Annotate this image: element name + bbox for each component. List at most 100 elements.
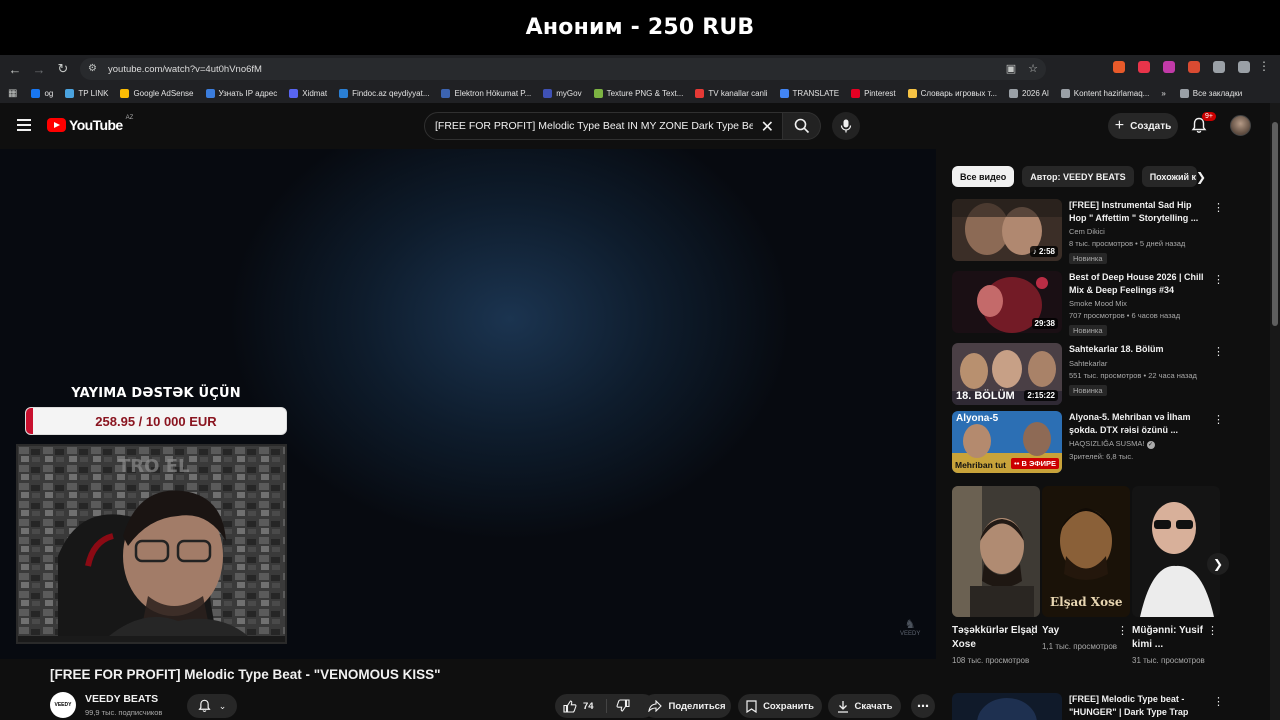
filter-chip[interactable]: Автор: VEEDY BEATS bbox=[1022, 166, 1134, 187]
recommendation-title[interactable]: Alyona-5. Mehriban və İlham şokda. DTX r… bbox=[1069, 411, 1205, 436]
short-thumbnail[interactable] bbox=[1132, 486, 1220, 617]
recommendation-title[interactable]: Sahtekarlar 18. Bölüm bbox=[1069, 343, 1205, 356]
more-vertical-icon[interactable]: ⋮ bbox=[1213, 413, 1224, 426]
forward-arrow-icon[interactable]: → bbox=[27, 57, 51, 81]
recommendation-item[interactable]: [FREE] Melodic Type beat - "HUNGER" | Da… bbox=[952, 693, 1224, 720]
recommendation-meta: 707 просмотров • 6 часов назад bbox=[1069, 311, 1181, 320]
extension-icon[interactable] bbox=[1238, 61, 1250, 73]
bookmarks-overflow-icon[interactable]: » bbox=[1161, 89, 1165, 98]
download-button[interactable]: Скачать bbox=[828, 694, 901, 718]
search-button[interactable] bbox=[783, 112, 821, 140]
bookmark-item[interactable]: TV kanallar canli bbox=[695, 88, 768, 98]
account-avatar[interactable] bbox=[1230, 115, 1251, 136]
extension-icon[interactable] bbox=[1113, 61, 1125, 73]
site-info-icon[interactable]: ⚙ bbox=[88, 63, 100, 75]
more-actions-button[interactable]: ⋯ bbox=[911, 694, 935, 718]
video-thumbnail[interactable]: Alyona-5 Mehriban tut •• В ЭФИРЕ bbox=[952, 411, 1062, 473]
bookmark-item[interactable]: Findoc.az qeydiyyat... bbox=[339, 88, 429, 98]
bookmark-item[interactable]: myGov bbox=[543, 88, 582, 98]
thumbs-down-icon bbox=[616, 699, 630, 712]
more-vertical-icon[interactable]: ⋮ bbox=[1207, 624, 1218, 637]
recommendation-item[interactable]: ♪ 2:58 [FREE] Instrumental Sad Hip Hop "… bbox=[952, 199, 1224, 264]
bookmark-item[interactable]: Узнать IP адрес bbox=[205, 88, 277, 98]
short-thumbnail[interactable]: Elşad Xose bbox=[1042, 486, 1130, 617]
extensions-bar bbox=[1113, 61, 1250, 73]
voice-search-button[interactable] bbox=[832, 112, 860, 140]
bookmark-item[interactable]: 2026 Al bbox=[1009, 88, 1049, 98]
more-vertical-icon[interactable]: ⋮ bbox=[1213, 345, 1224, 358]
bookmark-item[interactable]: TP LINK bbox=[65, 88, 108, 98]
channel-name[interactable]: VEEDY BEATS bbox=[85, 693, 158, 705]
extension-icon[interactable] bbox=[1138, 61, 1150, 73]
save-button[interactable]: Сохранить bbox=[738, 694, 822, 718]
video-thumbnail[interactable]: 29:38 bbox=[952, 271, 1062, 333]
filter-chip[interactable]: Похожий к bbox=[1141, 166, 1197, 187]
extension-icon[interactable] bbox=[1188, 61, 1200, 73]
notifications-button[interactable]: 9+ bbox=[1191, 112, 1216, 137]
bookmark-item[interactable]: og bbox=[31, 88, 53, 98]
bookmark-item[interactable]: Texture PNG & Text... bbox=[593, 88, 683, 98]
youtube-logo[interactable]: YouTube AZ bbox=[47, 115, 133, 133]
bookmark-favicon-icon bbox=[31, 88, 41, 98]
like-divider bbox=[606, 699, 607, 713]
like-button[interactable]: 74 bbox=[563, 699, 594, 713]
recommendation-channel[interactable]: Smoke Mood Mix bbox=[1069, 299, 1205, 308]
subscription-bell-button[interactable]: ⌄ bbox=[187, 694, 237, 718]
recommendation-title[interactable]: [FREE] Instrumental Sad Hip Hop " Affett… bbox=[1069, 199, 1205, 224]
browser-menu-icon[interactable]: ⋮ bbox=[1258, 59, 1272, 75]
address-bar[interactable]: ⚙ youtube.com/watch?v=4ut0hVno6fM ▣ ☆ bbox=[80, 58, 1046, 80]
dislike-button[interactable] bbox=[616, 699, 630, 715]
share-label: Поделиться bbox=[668, 700, 726, 712]
more-vertical-icon[interactable]: ⋮ bbox=[1117, 624, 1128, 637]
recommendation-title[interactable]: [FREE] Melodic Type beat - "HUNGER" | Da… bbox=[1069, 693, 1205, 718]
video-thumbnail[interactable] bbox=[952, 693, 1062, 720]
bookmark-star-icon[interactable]: ☆ bbox=[1028, 62, 1038, 75]
shorts-next-button[interactable]: ❯ bbox=[1207, 553, 1229, 575]
recommendation-channel[interactable]: Cem Dikici bbox=[1069, 227, 1205, 236]
short-item[interactable]: Təşəkkürlər Elşad Xose 108 тыс. просмотр… bbox=[952, 486, 1040, 667]
bookmark-favicon-icon bbox=[593, 88, 603, 98]
extension-icon[interactable] bbox=[1163, 61, 1175, 73]
bookmark-item[interactable]: Все закладки bbox=[1179, 88, 1242, 98]
bell-icon bbox=[198, 699, 211, 712]
bookmark-item[interactable]: Словарь игровых т... bbox=[907, 88, 997, 98]
bookmark-item[interactable]: Google AdSense bbox=[120, 88, 194, 98]
bookmark-favicon-icon bbox=[907, 88, 917, 98]
search-input[interactable]: [FREE FOR PROFIT] Melodic Type Beat IN M… bbox=[424, 112, 783, 140]
bookmark-item[interactable]: Kontent hazirlamaq... bbox=[1060, 88, 1149, 98]
more-vertical-icon[interactable]: ⋮ bbox=[1213, 273, 1224, 286]
bookmark-label: myGov bbox=[556, 88, 582, 98]
create-button[interactable]: + Создать bbox=[1108, 113, 1178, 139]
chevron-right-icon[interactable]: ❯ bbox=[1196, 170, 1206, 184]
scrollbar-thumb[interactable] bbox=[1272, 122, 1278, 326]
video-thumbnail[interactable]: ♪ 2:58 bbox=[952, 199, 1062, 261]
install-app-icon[interactable]: ▣ bbox=[1006, 62, 1016, 75]
short-thumbnail[interactable] bbox=[952, 486, 1040, 617]
recommendation-channel[interactable]: Sahtekarlar bbox=[1069, 359, 1205, 368]
recommendation-channel[interactable]: HAQSIZLIĞA SUSMA! ✓ bbox=[1069, 439, 1205, 449]
filter-chip[interactable]: Все видео bbox=[952, 166, 1015, 187]
bookmark-item[interactable]: Xidmat bbox=[289, 88, 327, 98]
clear-search-icon[interactable]: ✕ bbox=[761, 117, 774, 137]
bookmark-item[interactable]: Pinterest bbox=[851, 88, 896, 98]
reload-icon[interactable]: ↻ bbox=[51, 57, 75, 81]
back-arrow-icon[interactable]: ← bbox=[3, 57, 27, 81]
recommendation-title[interactable]: Best of Deep House 2026 | Chill Mix & De… bbox=[1069, 271, 1205, 296]
recommendation-meta: Зрителей: 6,8 тыс. bbox=[1069, 452, 1134, 461]
more-vertical-icon[interactable]: ⋮ bbox=[1213, 201, 1224, 214]
short-item[interactable]: Elşad Xose Yay 1,1 тыс. просмотров ⋮ bbox=[1042, 486, 1130, 653]
extension-icon[interactable] bbox=[1213, 61, 1225, 73]
video-thumbnail[interactable]: 18. BÖLÜM 2:15:22 bbox=[952, 343, 1062, 405]
bookmark-item[interactable]: TRANSLATE bbox=[779, 88, 839, 98]
apps-grid-icon[interactable]: ▦ bbox=[8, 88, 17, 99]
bookmark-item[interactable]: Elektron Hökumat P... bbox=[441, 88, 531, 98]
short-item[interactable]: Müğənni: Yusif kimi ... 31 тыс. просмотр… bbox=[1132, 486, 1220, 667]
recommendation-item[interactable]: 29:38 Best of Deep House 2026 | Chill Mi… bbox=[952, 271, 1224, 336]
hamburger-menu-icon[interactable] bbox=[17, 119, 31, 131]
more-vertical-icon[interactable]: ⋮ bbox=[1027, 624, 1038, 637]
more-vertical-icon[interactable]: ⋮ bbox=[1213, 695, 1224, 708]
recommendation-item[interactable]: 18. BÖLÜM 2:15:22 Sahtekarlar 18. Bölüm … bbox=[952, 343, 1224, 405]
recommendation-item[interactable]: Alyona-5 Mehriban tut •• В ЭФИРЕ Alyona-… bbox=[952, 411, 1224, 473]
channel-avatar[interactable]: VEEDY bbox=[50, 692, 76, 718]
share-button[interactable]: Поделиться bbox=[643, 694, 731, 718]
